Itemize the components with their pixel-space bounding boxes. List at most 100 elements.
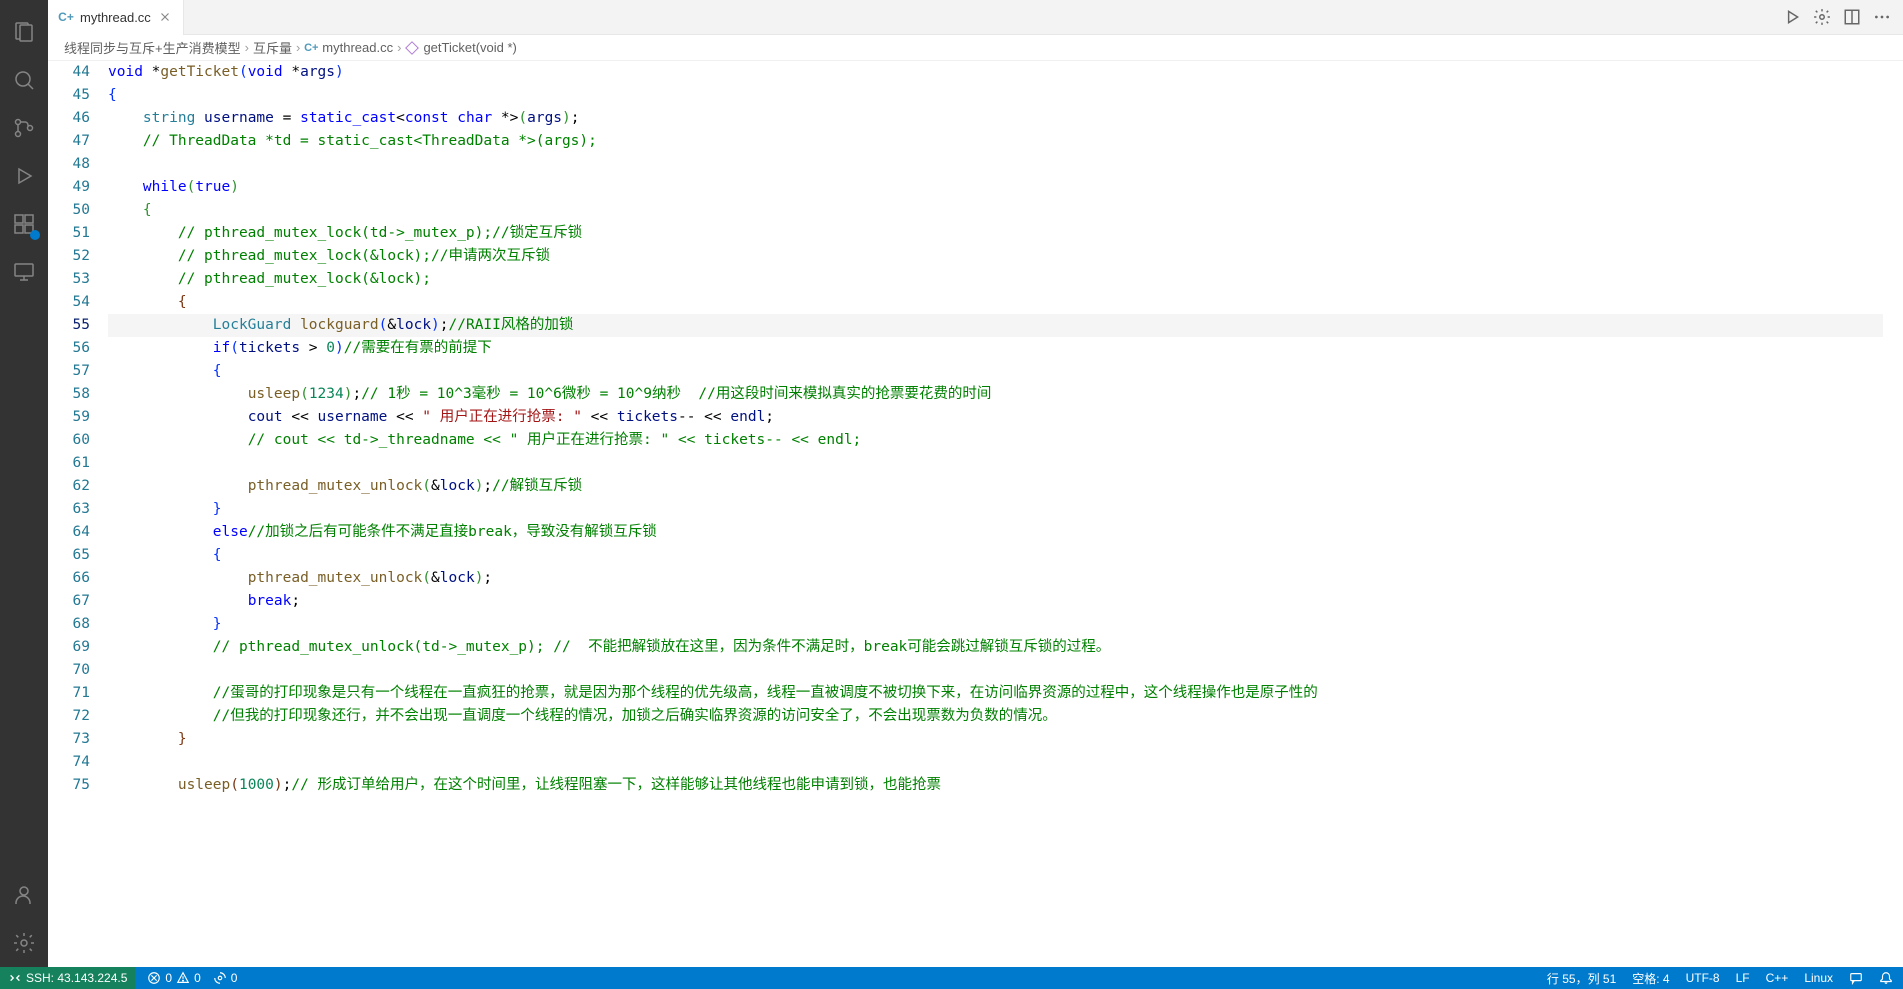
search-icon[interactable]: [0, 56, 48, 104]
run-debug-icon[interactable]: [0, 152, 48, 200]
code-line[interactable]: // pthread_mutex_lock(&lock);//申请两次互斥锁: [108, 245, 1883, 268]
code-line[interactable]: }: [108, 498, 1883, 521]
line-number: 50: [60, 199, 90, 222]
code-line[interactable]: // ThreadData *td = static_cast<ThreadDa…: [108, 130, 1883, 153]
breadcrumb-file[interactable]: C+ mythread.cc: [304, 40, 393, 55]
notifications-icon[interactable]: [1879, 971, 1893, 985]
code-line[interactable]: while(true): [108, 176, 1883, 199]
code-line[interactable]: }: [108, 728, 1883, 751]
tab-filename: mythread.cc: [80, 10, 151, 25]
split-editor-icon[interactable]: [1841, 6, 1863, 28]
line-number: 68: [60, 613, 90, 636]
remote-explorer-icon[interactable]: [0, 248, 48, 296]
line-number: 62: [60, 475, 90, 498]
line-number: 48: [60, 153, 90, 176]
language-mode[interactable]: C++: [1766, 971, 1789, 985]
line-number: 45: [60, 84, 90, 107]
line-number: 66: [60, 567, 90, 590]
breadcrumb-folder-2[interactable]: 互斥量: [253, 38, 292, 57]
tab-bar: C+ mythread.cc: [48, 0, 1903, 35]
problems-indicator[interactable]: 0 0: [147, 971, 200, 985]
chevron-right-icon: ›: [245, 40, 249, 55]
line-number: 46: [60, 107, 90, 130]
code-line[interactable]: {: [108, 544, 1883, 567]
code-line[interactable]: [108, 751, 1883, 774]
code-line[interactable]: if(tickets > 0)//需要在有票的前提下: [108, 337, 1883, 360]
line-number: 73: [60, 728, 90, 751]
cpp-file-icon: C+: [304, 41, 318, 55]
code-line[interactable]: {: [108, 84, 1883, 107]
encoding[interactable]: UTF-8: [1686, 971, 1720, 985]
run-code-icon[interactable]: [1781, 6, 1803, 28]
line-number: 56: [60, 337, 90, 360]
code-line[interactable]: else//加锁之后有可能条件不满足直接break，导致没有解锁互斥锁: [108, 521, 1883, 544]
line-number: 51: [60, 222, 90, 245]
line-number: 58: [60, 383, 90, 406]
code-content[interactable]: void *getTicket(void *args){ string user…: [108, 61, 1903, 967]
code-line[interactable]: pthread_mutex_unlock(&lock);//解锁互斥锁: [108, 475, 1883, 498]
code-line[interactable]: string username = static_cast<const char…: [108, 107, 1883, 130]
breadcrumb-symbol[interactable]: getTicket(void *): [405, 40, 516, 55]
line-number: 57: [60, 360, 90, 383]
line-gutter: 4445464748495051525354555657585960616263…: [48, 61, 108, 967]
line-number: 71: [60, 682, 90, 705]
line-number: 61: [60, 452, 90, 475]
code-line[interactable]: }: [108, 613, 1883, 636]
code-line[interactable]: pthread_mutex_unlock(&lock);: [108, 567, 1883, 590]
remote-indicator[interactable]: SSH: 43.143.224.5: [0, 967, 135, 989]
code-editor[interactable]: 4445464748495051525354555657585960616263…: [48, 61, 1903, 967]
status-bar: SSH: 43.143.224.5 0 0 0 行 55，列 51 空格: 4 …: [0, 967, 1903, 989]
eol[interactable]: LF: [1736, 971, 1750, 985]
explorer-icon[interactable]: [0, 8, 48, 56]
editor-settings-icon[interactable]: [1811, 6, 1833, 28]
line-number: 44: [60, 61, 90, 84]
code-line[interactable]: // pthread_mutex_lock(&lock);: [108, 268, 1883, 291]
code-line[interactable]: // cout << td->_threadname << " 用户正在进行抢票…: [108, 429, 1883, 452]
line-number: 53: [60, 268, 90, 291]
code-line[interactable]: cout << username << " 用户正在进行抢票: " << tic…: [108, 406, 1883, 429]
cpp-file-icon: C+: [58, 9, 74, 25]
source-control-icon[interactable]: [0, 104, 48, 152]
line-number: 59: [60, 406, 90, 429]
line-number: 74: [60, 751, 90, 774]
code-line[interactable]: usleep(1234);// 1秒 = 10^3毫秒 = 10^6微秒 = 1…: [108, 383, 1883, 406]
method-symbol-icon: [405, 41, 419, 55]
breadcrumb-folder-1[interactable]: 线程同步与互斥+生产消费模型: [64, 38, 241, 57]
code-line[interactable]: break;: [108, 590, 1883, 613]
code-line[interactable]: // pthread_mutex_lock(td->_mutex_p);//锁定…: [108, 222, 1883, 245]
code-line[interactable]: [108, 452, 1883, 475]
tab-close-icon[interactable]: [157, 9, 173, 25]
ports-indicator[interactable]: 0: [213, 971, 238, 985]
os-indicator[interactable]: Linux: [1804, 971, 1833, 985]
code-line[interactable]: //蛋哥的打印现象是只有一个线程在一直疯狂的抢票，就是因为那个线程的优先级高，线…: [108, 682, 1883, 705]
editor-area: C+ mythread.cc: [48, 0, 1903, 967]
line-number: 60: [60, 429, 90, 452]
code-line[interactable]: // pthread_mutex_unlock(td->_mutex_p); /…: [108, 636, 1883, 659]
line-number: 70: [60, 659, 90, 682]
line-number: 54: [60, 291, 90, 314]
code-line[interactable]: {: [108, 360, 1883, 383]
settings-gear-icon[interactable]: [0, 919, 48, 967]
code-line[interactable]: usleep(1000);// 形成订单给用户，在这个时间里，让线程阻塞一下，这…: [108, 774, 1883, 797]
line-number: 69: [60, 636, 90, 659]
feedback-icon[interactable]: [1849, 971, 1863, 985]
line-number: 67: [60, 590, 90, 613]
line-number: 55: [60, 314, 90, 337]
cursor-position[interactable]: 行 55，列 51: [1547, 970, 1616, 987]
line-number: 64: [60, 521, 90, 544]
code-line[interactable]: LockGuard lockguard(&lock);//RAII风格的加锁: [108, 314, 1883, 337]
code-line[interactable]: [108, 659, 1883, 682]
code-line[interactable]: //但我的打印现象还行，并不会出现一直调度一个线程的情况，加锁之后确实临界资源的…: [108, 705, 1883, 728]
indentation[interactable]: 空格: 4: [1632, 970, 1669, 987]
line-number: 75: [60, 774, 90, 797]
code-line[interactable]: void *getTicket(void *args): [108, 61, 1883, 84]
line-number: 65: [60, 544, 90, 567]
tab-mythread[interactable]: C+ mythread.cc: [48, 0, 184, 35]
code-line[interactable]: [108, 153, 1883, 176]
extensions-icon[interactable]: [0, 200, 48, 248]
accounts-icon[interactable]: [0, 871, 48, 919]
code-line[interactable]: {: [108, 291, 1883, 314]
code-line[interactable]: {: [108, 199, 1883, 222]
activity-bar: [0, 0, 48, 967]
more-actions-icon[interactable]: [1871, 6, 1893, 28]
